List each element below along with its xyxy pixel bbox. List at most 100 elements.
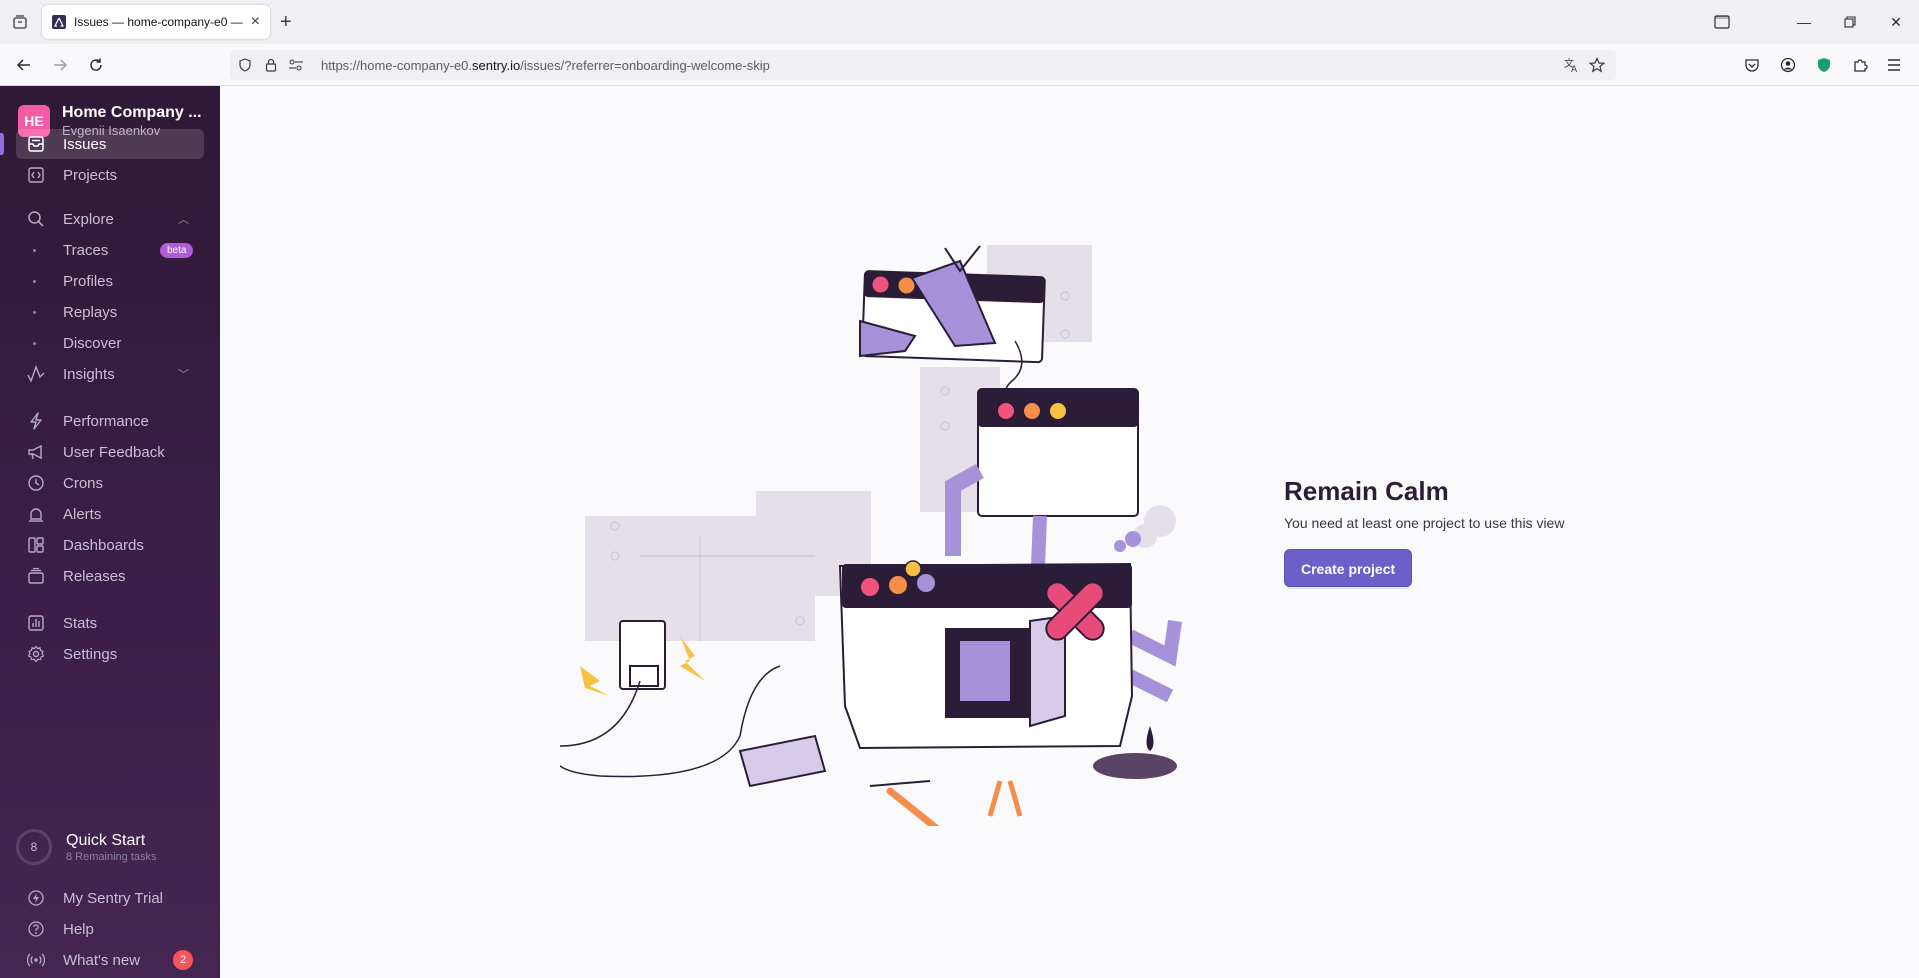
- sidebar-item-alerts[interactable]: Alerts: [0, 499, 220, 529]
- dashboard-icon: [26, 535, 46, 555]
- stats-icon: [26, 613, 46, 633]
- active-indicator: [0, 133, 4, 155]
- insights-icon: [26, 364, 46, 384]
- sidebar-item-issues[interactable]: Issues: [0, 129, 220, 159]
- search-icon: [26, 209, 46, 229]
- gear-icon: [26, 644, 46, 664]
- sidebar-item-label: Crons: [63, 474, 104, 492]
- sidebar-item-whats-new[interactable]: What's new 2: [0, 945, 220, 975]
- chevron-up-icon[interactable]: ︿: [178, 211, 189, 227]
- chevron-down-icon[interactable]: ﹀: [178, 366, 189, 382]
- sidebar-item-dashboards[interactable]: Dashboards: [0, 530, 220, 560]
- bullet-dot: [33, 248, 36, 252]
- megaphone-icon: [26, 442, 46, 462]
- sidebar-item-label: Performance: [63, 412, 149, 430]
- clock-icon: [26, 473, 46, 493]
- beta-badge: beta: [160, 242, 194, 258]
- sidebar-item-label: Replays: [63, 303, 118, 321]
- quick-start-subtitle: 8 Remaining tasks: [66, 850, 157, 863]
- url-suffix: /issues/?referrer=onboarding-welcome-ski…: [520, 58, 770, 73]
- url-text: https://home-company-e0.sentry.io/issues…: [321, 58, 770, 73]
- translate-icon[interactable]: 文A: [1563, 57, 1579, 73]
- issues-icon: [26, 134, 46, 154]
- sidebar-item-help[interactable]: Help: [0, 914, 220, 944]
- sidebar-item-label: Traces: [63, 241, 109, 259]
- sidebar-item-traces[interactable]: Traces beta: [0, 235, 220, 265]
- sidebar-item-label: Settings: [63, 645, 118, 663]
- siren-icon: [26, 504, 46, 524]
- sidebar-item-insights[interactable]: Insights ﹀: [0, 359, 220, 389]
- sidebar-item-label: Profiles: [63, 272, 114, 290]
- quick-start-title: Quick Start: [66, 831, 146, 849]
- sidebar-item-label: What's new: [63, 951, 141, 969]
- shield-icon[interactable]: [237, 57, 253, 73]
- question-icon: [26, 919, 46, 939]
- sidebar-item-label: Discover: [63, 334, 122, 352]
- active-tab[interactable]: Issues — home-company-e0 — ×: [42, 5, 270, 39]
- extension-shield-icon[interactable]: [1814, 55, 1834, 75]
- sidebar-item-stats[interactable]: Stats: [0, 608, 220, 638]
- url-bar[interactable]: https://home-company-e0.sentry.io/issues…: [230, 50, 1616, 80]
- sidebar-item-user-feedback[interactable]: User Feedback: [0, 437, 220, 467]
- sidebar-item-label: User Feedback: [63, 443, 165, 461]
- account-icon[interactable]: [1778, 55, 1798, 75]
- tab-overview-icon[interactable]: [8, 10, 32, 34]
- url-prefix: https://home-company-e0.: [321, 58, 473, 73]
- create-project-button[interactable]: Create project: [1284, 549, 1413, 587]
- sidebar-item-label: Insights: [63, 365, 115, 383]
- bullet-dot: [33, 341, 36, 345]
- tab-close-icon[interactable]: ×: [251, 13, 260, 31]
- restore-icon[interactable]: [1838, 10, 1862, 34]
- sidebar-item-label: Alerts: [63, 505, 102, 523]
- browser-tab-bar: Issues — home-company-e0 — × + — ✕: [0, 0, 1919, 44]
- bookmark-star-icon[interactable]: [1589, 57, 1605, 73]
- main-content: Remain Calm You need at least one projec…: [220, 86, 1919, 978]
- back-icon[interactable]: [12, 53, 36, 77]
- bullet-dot: [33, 310, 36, 314]
- sidebar-item-label: Help: [63, 920, 94, 938]
- tab-title: Issues — home-company-e0 —: [74, 15, 243, 29]
- org-name: Home Company ...: [62, 104, 202, 121]
- sidebar-item-my-sentry-trial[interactable]: My Sentry Trial: [0, 883, 220, 913]
- sidebar-item-replays[interactable]: Replays: [0, 297, 220, 327]
- bullet-dot: [33, 279, 36, 283]
- new-tab-icon[interactable]: +: [280, 10, 292, 34]
- empty-state-title: Remain Calm: [1284, 476, 1449, 506]
- sidebar-item-explore[interactable]: Explore ︿: [0, 204, 220, 234]
- sidebar-item-discover[interactable]: Discover: [0, 328, 220, 358]
- forward-icon[interactable]: [48, 53, 72, 77]
- empty-state: Remain Calm You need at least one projec…: [1284, 476, 1564, 587]
- broadcast-icon: [26, 950, 46, 970]
- sidebar-item-label: Releases: [63, 567, 126, 585]
- picture-in-picture-icon[interactable]: [1710, 10, 1734, 34]
- menu-hamburger-icon[interactable]: [1884, 55, 1904, 75]
- lightning-icon: [26, 411, 46, 431]
- sidebar-item-performance[interactable]: Performance: [0, 406, 220, 436]
- sidebar-item-label: My Sentry Trial: [63, 889, 164, 907]
- sidebar-item-profiles[interactable]: Profiles: [0, 266, 220, 296]
- lightning-circle-icon: [26, 888, 46, 908]
- sidebar-item-label: Dashboards: [63, 536, 144, 554]
- sidebar-item-releases[interactable]: Releases: [0, 561, 220, 591]
- lock-icon[interactable]: [263, 57, 279, 73]
- broken-robot-illustration: [560, 245, 1182, 826]
- sidebar-item-label: Explore: [63, 210, 114, 228]
- permissions-icon[interactable]: [288, 57, 304, 73]
- minimize-icon[interactable]: —: [1792, 10, 1816, 34]
- sidebar-item-projects[interactable]: Projects: [0, 160, 220, 190]
- sidebar: HE Home Company ... Evgenii Isaenkov Iss…: [0, 86, 220, 978]
- extensions-puzzle-icon[interactable]: [1850, 55, 1870, 75]
- whats-new-count-badge: 2: [173, 950, 193, 970]
- empty-state-description: You need at least one project to use thi…: [1284, 515, 1565, 531]
- projects-icon: [26, 165, 46, 185]
- sidebar-item-label: Stats: [63, 614, 98, 632]
- sidebar-item-settings[interactable]: Settings: [0, 639, 220, 669]
- pocket-icon[interactable]: [1742, 55, 1762, 75]
- sidebar-item-label: Projects: [63, 166, 118, 184]
- quick-start[interactable]: 8 Quick Start 8 Remaining tasks: [16, 829, 157, 865]
- svg-text:A: A: [1571, 65, 1578, 73]
- sidebar-item-crons[interactable]: Crons: [0, 468, 220, 498]
- window-close-icon[interactable]: ✕: [1884, 10, 1908, 34]
- reload-icon[interactable]: [84, 53, 108, 77]
- browser-nav-bar: https://home-company-e0.sentry.io/issues…: [0, 44, 1919, 86]
